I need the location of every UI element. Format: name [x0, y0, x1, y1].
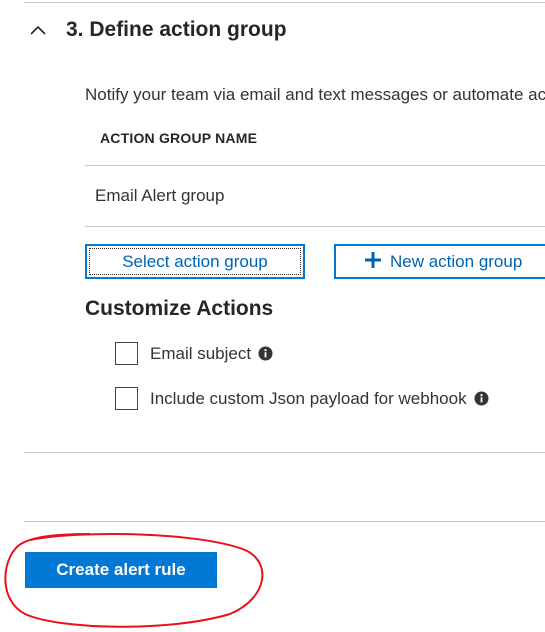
- top-divider: [24, 2, 545, 3]
- info-icon[interactable]: [474, 391, 489, 406]
- customize-actions-title: Customize Actions: [85, 297, 274, 320]
- new-action-group-button[interactable]: New action group: [334, 244, 545, 279]
- section-divider: [24, 452, 545, 453]
- section-description: Notify your team via email and text mess…: [85, 85, 545, 104]
- email-subject-option: Email subject: [115, 342, 273, 365]
- alert-rule-page: 3. Define action group Notify your team …: [0, 0, 545, 632]
- table-row[interactable]: Email Alert group: [85, 166, 545, 227]
- email-subject-label: Email subject: [150, 343, 252, 363]
- new-action-group-label: New action group: [390, 251, 523, 271]
- create-alert-rule-button[interactable]: Create alert rule: [25, 552, 217, 588]
- footer-divider: [24, 521, 545, 522]
- plus-icon: [364, 251, 382, 273]
- email-subject-checkbox[interactable]: [115, 342, 138, 365]
- info-icon[interactable]: [258, 346, 273, 361]
- select-action-group-label: Select action group: [122, 251, 268, 271]
- custom-json-payload-label: Include custom Json payload for webhook: [150, 388, 467, 408]
- chevron-up-icon[interactable]: [30, 19, 52, 41]
- select-action-group-button[interactable]: Select action group: [85, 244, 305, 279]
- column-header-action-group-name: ACTION GROUP NAME: [85, 110, 545, 166]
- section-header-toggle[interactable]: 3. Define action group: [30, 14, 287, 46]
- action-group-table: ACTION GROUP NAME Email Alert group: [85, 110, 545, 227]
- section-title: 3. Define action group: [66, 18, 287, 41]
- custom-json-payload-option: Include custom Json payload for webhook: [115, 387, 489, 410]
- action-group-name-cell: Email Alert group: [95, 186, 225, 205]
- custom-json-payload-checkbox[interactable]: [115, 387, 138, 410]
